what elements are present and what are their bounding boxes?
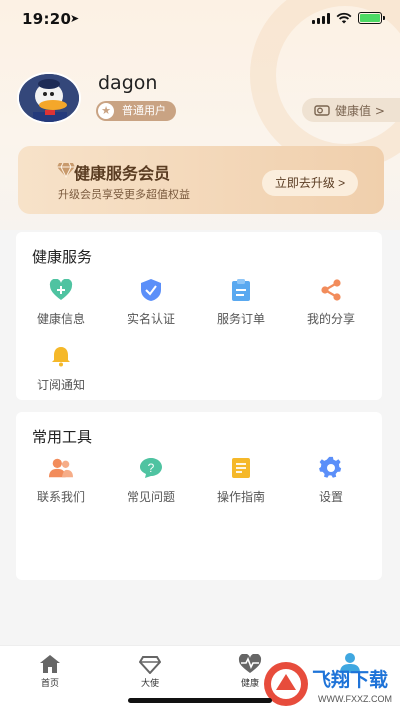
- star-icon: ★: [98, 103, 114, 119]
- service-label: 我的分享: [306, 312, 355, 326]
- service-real-name-auth[interactable]: 实名认证: [111, 278, 191, 327]
- user-level-badge: ★ 普通用户: [96, 101, 176, 121]
- watermark: 飞翔下载 WWW.FXXZ.COM: [262, 660, 398, 708]
- contacts-icon: [49, 456, 73, 480]
- username: dagon: [98, 72, 158, 94]
- tools-title: 常用工具: [32, 428, 93, 446]
- diamond-icon: [57, 162, 75, 178]
- service-label: 健康信息: [36, 312, 85, 326]
- diamond-icon: [120, 652, 180, 674]
- tab-label: 首页: [40, 679, 59, 689]
- health-services-title: 健康服务: [32, 248, 93, 266]
- tab-label: 大使: [140, 679, 159, 689]
- status-bar: 19:20 ➤: [0, 0, 400, 40]
- upgrade-button[interactable]: 立即去升级 >: [262, 170, 358, 196]
- tool-label: 常见问题: [126, 490, 175, 504]
- user-level-label: 普通用户: [122, 104, 166, 117]
- location-arrow-icon: ➤: [70, 12, 80, 25]
- tab-ambassador[interactable]: 大使: [120, 652, 180, 689]
- health-value-label: 健康值 >: [335, 103, 385, 118]
- health-services-card: 健康服务 健康信息 实名认证 服务订单 我的分享 订阅通知: [16, 232, 382, 400]
- guide-book-icon: [229, 456, 253, 480]
- svg-text:?: ?: [148, 461, 155, 475]
- home-icon: [20, 652, 80, 674]
- tools-card: 常用工具 联系我们 ? 常见问题 操作指南 设置: [16, 412, 382, 580]
- watermark-text: 飞翔下载: [312, 668, 388, 691]
- wifi-icon: [336, 12, 352, 24]
- watermark-url: WWW.FXXZ.COM: [318, 694, 392, 704]
- tool-contact-us[interactable]: 联系我们: [21, 456, 101, 505]
- question-bubble-icon: ?: [139, 456, 163, 480]
- tool-guide[interactable]: 操作指南: [201, 456, 281, 505]
- avatar[interactable]: [17, 72, 81, 124]
- battery-icon: [358, 12, 385, 24]
- bell-icon: [49, 344, 73, 368]
- service-label: 订阅通知: [36, 378, 85, 392]
- cellular-signal-icon: [312, 12, 330, 24]
- shield-check-icon: [139, 278, 163, 302]
- tab-home[interactable]: 首页: [20, 652, 80, 689]
- service-health-info[interactable]: 健康信息: [21, 278, 101, 327]
- tool-faq[interactable]: ? 常见问题: [111, 456, 191, 505]
- service-label: 服务订单: [216, 312, 265, 326]
- clipboard-icon: [229, 278, 253, 302]
- tool-settings[interactable]: 设置: [291, 456, 371, 505]
- health-value-button[interactable]: 健康值 >: [302, 98, 400, 122]
- membership-title: 健康服务会员: [74, 164, 171, 183]
- tool-label: 操作指南: [216, 490, 265, 504]
- health-coin-icon: [314, 105, 330, 116]
- tool-label: 联系我们: [36, 490, 85, 504]
- membership-subtitle: 升级会员享受更多超值权益: [58, 188, 190, 201]
- share-icon: [319, 278, 343, 302]
- home-indicator: [128, 698, 272, 703]
- status-time: 19:20: [22, 10, 72, 28]
- service-orders[interactable]: 服务订单: [201, 278, 281, 327]
- service-subscription-notice[interactable]: 订阅通知: [21, 344, 101, 393]
- service-label: 实名认证: [126, 312, 175, 326]
- service-my-share[interactable]: 我的分享: [291, 278, 371, 327]
- tool-label: 设置: [318, 490, 343, 504]
- heart-plus-icon: [49, 278, 73, 302]
- gear-icon: [319, 456, 343, 480]
